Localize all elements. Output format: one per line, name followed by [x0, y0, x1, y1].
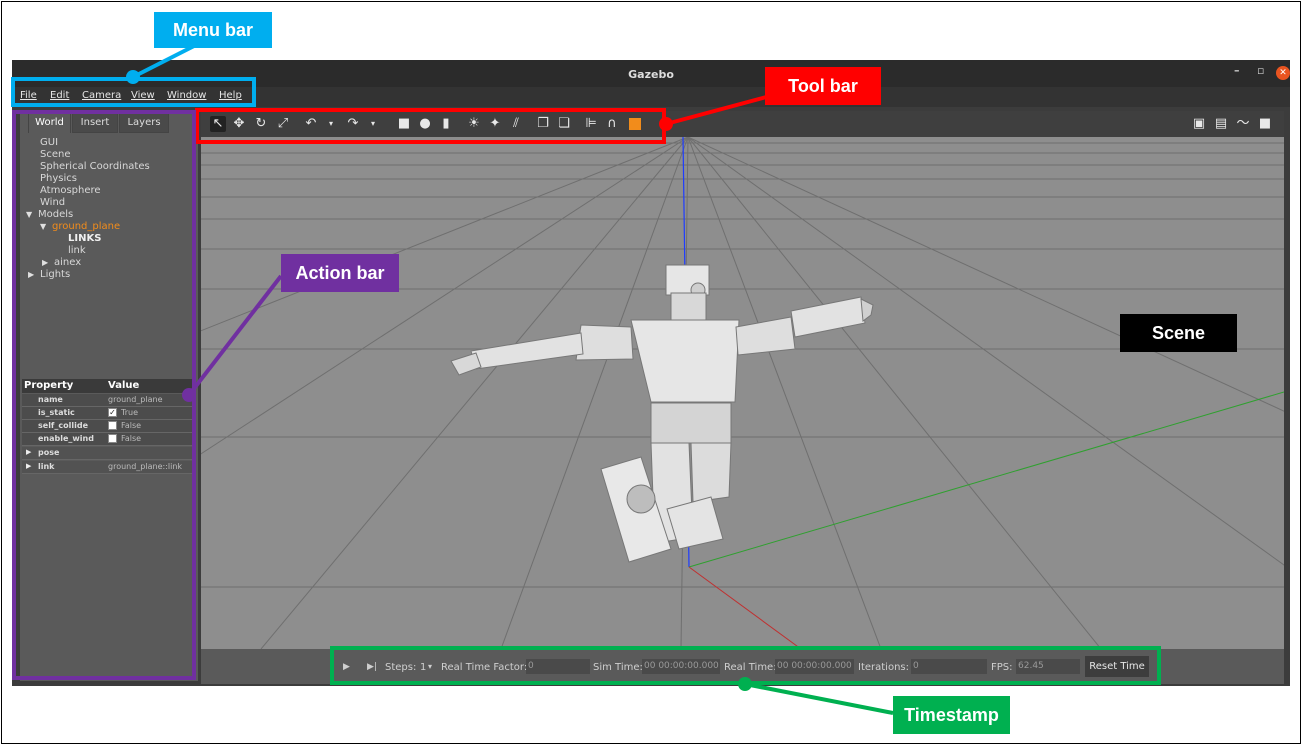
tool-bar-dot — [659, 117, 673, 131]
annotation-connectors — [126, 43, 894, 715]
action-bar-label: Action bar — [281, 254, 399, 292]
tool-bar-connector — [665, 94, 771, 126]
action-bar-dot — [182, 388, 196, 402]
menu-bar-label: Menu bar — [154, 12, 272, 48]
timestamp-dot — [738, 677, 752, 691]
timestamp-connector — [744, 682, 894, 715]
action-bar-connector — [187, 274, 283, 397]
tool-bar-label: Tool bar — [765, 67, 881, 105]
timestamp-label: Timestamp — [893, 696, 1010, 734]
menu-bar-connector — [132, 43, 197, 79]
scene-label: Scene — [1120, 314, 1237, 352]
menu-bar-dot — [126, 70, 140, 84]
